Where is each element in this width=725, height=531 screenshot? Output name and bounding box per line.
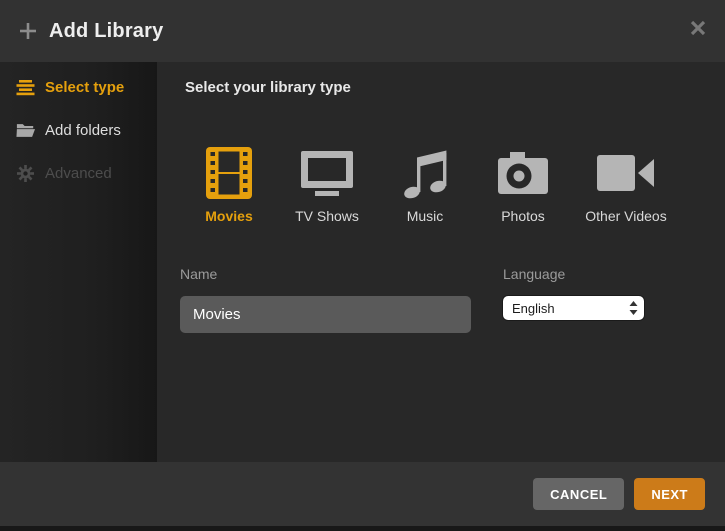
library-type-label: TV Shows bbox=[295, 208, 359, 224]
library-type-other-videos[interactable]: Other Videos bbox=[577, 144, 675, 224]
dialog-header: Add Library bbox=[0, 0, 725, 62]
gear-icon bbox=[16, 165, 35, 182]
next-button[interactable]: NEXT bbox=[634, 478, 705, 510]
cancel-button[interactable]: CANCEL bbox=[533, 478, 624, 510]
sidebar-item-label: Add folders bbox=[45, 122, 121, 139]
dialog-title: Add Library bbox=[49, 20, 163, 43]
stepper-arrows-icon bbox=[629, 301, 638, 315]
library-type-music[interactable]: Music bbox=[381, 144, 469, 224]
library-type-label: Photos bbox=[501, 208, 545, 224]
close-icon[interactable] bbox=[689, 19, 707, 37]
lines-icon bbox=[16, 79, 35, 96]
tv-icon bbox=[300, 149, 354, 197]
sidebar-item-advanced: Advanced bbox=[0, 152, 157, 195]
language-select[interactable]: English bbox=[503, 296, 644, 320]
camera-icon bbox=[498, 150, 548, 196]
name-field-label: Name bbox=[180, 266, 217, 282]
sidebar-item-label: Advanced bbox=[45, 165, 112, 182]
sidebar-item-select-type[interactable]: Select type bbox=[0, 66, 157, 109]
language-field-label: Language bbox=[503, 266, 565, 282]
dialog-sidebar: Select type Add folders bbox=[0, 62, 157, 462]
sidebar-item-label: Select type bbox=[45, 79, 124, 96]
library-type-label: Music bbox=[407, 208, 444, 224]
video-camera-icon bbox=[597, 153, 655, 193]
content-heading: Select your library type bbox=[185, 79, 351, 96]
plus-icon bbox=[18, 21, 38, 41]
library-name-input[interactable] bbox=[180, 296, 471, 333]
folder-icon bbox=[16, 122, 35, 139]
language-selected-value: English bbox=[512, 301, 629, 316]
library-type-label: Other Videos bbox=[585, 208, 666, 224]
library-type-label: Movies bbox=[205, 208, 252, 224]
sidebar-item-add-folders[interactable]: Add folders bbox=[0, 109, 157, 152]
dialog-footer: CANCEL NEXT bbox=[0, 462, 725, 526]
add-library-dialog: Add Library Select type Add folders bbox=[0, 0, 725, 531]
library-type-photos[interactable]: Photos bbox=[479, 144, 567, 224]
music-note-icon bbox=[402, 147, 448, 199]
library-type-movies[interactable]: Movies bbox=[185, 144, 273, 224]
film-icon bbox=[206, 147, 252, 199]
library-type-tv-shows[interactable]: TV Shows bbox=[283, 144, 371, 224]
bottom-edge bbox=[0, 526, 725, 531]
library-type-row: Movies TV Shows bbox=[185, 144, 675, 224]
dialog-content: Select your library type bbox=[157, 62, 725, 462]
